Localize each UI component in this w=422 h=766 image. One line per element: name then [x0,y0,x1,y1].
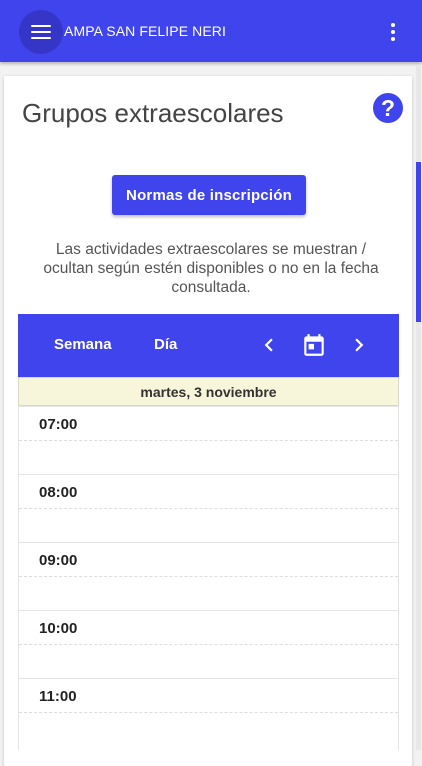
calendar-date-header: martes, 3 noviembre [18,377,399,406]
registration-rules-button[interactable]: Normas de inscripción [112,175,306,215]
time-slot[interactable]: 11:00 [19,678,398,713]
time-slot[interactable]: 07:00 [19,406,398,441]
info-text: Las actividades extraescolares se muestr… [43,241,379,296]
page-title: Grupos extraescolares [22,98,284,128]
app-bar: AMPA SAN FELIPE NERI [0,0,422,62]
hamburger-menu-icon[interactable] [19,10,63,54]
more-vert-icon[interactable] [385,20,401,44]
time-slot-label: 08:00 [39,484,78,501]
time-slot-label: 07:00 [39,416,78,433]
time-slot-half[interactable] [19,440,398,475]
time-slot-half[interactable] [19,508,398,543]
time-slot[interactable]: 09:00 [19,542,398,577]
page-scrollbar[interactable] [416,66,421,750]
chevron-left-icon[interactable] [256,332,282,358]
week-view-button[interactable]: Semana [54,336,112,353]
day-view-button[interactable]: Día [154,336,177,353]
help-icon[interactable]: ? [373,93,403,123]
scrollbar-thumb[interactable] [416,162,421,322]
time-slot-half[interactable] [19,712,398,751]
time-slot-half[interactable] [19,644,398,679]
time-slot[interactable]: 08:00 [19,474,398,509]
time-slot-label: 10:00 [39,620,78,637]
day-time-grid[interactable]: 07:00 08:00 09:00 10:00 11:00 [18,406,399,750]
app-title: AMPA SAN FELIPE NERI [64,23,227,39]
time-slot[interactable]: 10:00 [19,610,398,645]
chevron-right-icon[interactable] [346,332,372,358]
calendar-today-icon[interactable] [301,332,327,358]
time-slot-label: 09:00 [39,552,78,569]
time-slot-label: 11:00 [39,688,77,705]
time-slot-half[interactable] [19,576,398,611]
calendar-toolbar: Semana Día [18,314,399,377]
